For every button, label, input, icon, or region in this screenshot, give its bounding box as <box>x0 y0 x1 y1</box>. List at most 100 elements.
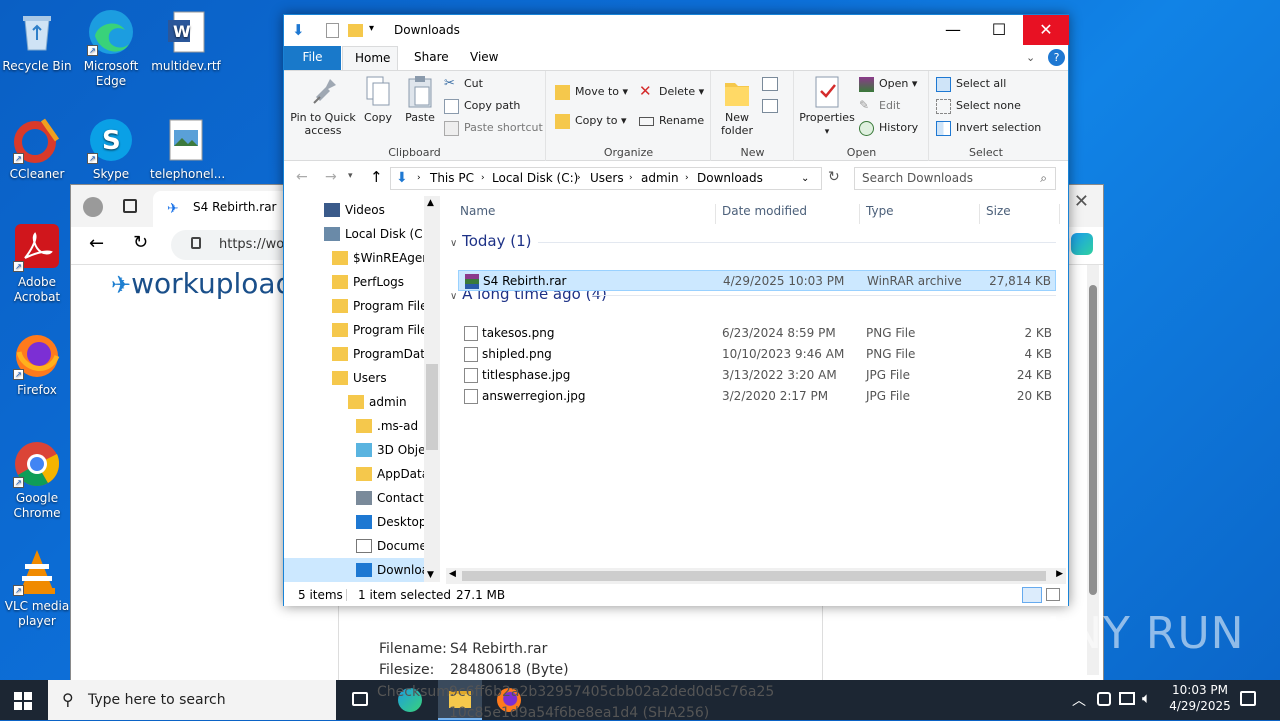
edit-button[interactable]: ✎ Edit <box>859 97 900 117</box>
breadcrumb-item-local-disk[interactable]: Local Disk (C:) <box>492 168 578 189</box>
open-button[interactable]: Open ▾ <box>859 75 917 95</box>
quick-access-down-icon[interactable]: ⬇ <box>292 21 305 39</box>
hscroll-thumb[interactable] <box>462 571 1046 581</box>
navpane-scrollbar[interactable]: ▲ ▼ <box>424 196 440 582</box>
properties-quick-icon[interactable] <box>326 23 339 38</box>
desktop-icon-firefox[interactable]: ↗ Firefox <box>1 332 73 398</box>
file-row[interactable]: titlesphase.jpg 3/13/2022 3:20 AM JPG File… <box>458 365 1056 386</box>
nav-item-documents[interactable]: Documents <box>284 534 424 558</box>
taskbar-search-input[interactable]: ⚲ Type here to search <box>48 680 336 720</box>
ribbon-expand-icon[interactable]: ⌄ <box>1026 51 1035 64</box>
nav-item-ms-ad[interactable]: .ms-ad <box>284 414 424 438</box>
nav-item-users[interactable]: Users <box>284 366 424 390</box>
move-to-button[interactable]: Move to ▾ <box>555 83 628 103</box>
group-header-today[interactable]: ∨ Today (1) <box>450 232 532 250</box>
tab-home[interactable]: Home <box>342 46 398 71</box>
maximize-button[interactable]: ☐ <box>976 15 1022 45</box>
copy-button[interactable]: Copy <box>360 75 396 124</box>
history-button[interactable]: History <box>859 119 918 139</box>
help-icon[interactable]: ? <box>1048 49 1065 66</box>
file-row[interactable]: shipled.png 10/10/2023 9:46 AM PNG File 4 K… <box>458 344 1056 365</box>
large-icons-view-icon[interactable] <box>1046 588 1060 601</box>
new-item-icon[interactable] <box>762 77 778 91</box>
desktop-icon-recycle-bin[interactable]: Recycle Bin <box>1 8 73 74</box>
scroll-up-icon[interactable]: ▲ <box>427 198 434 208</box>
rename-button[interactable]: Rename <box>639 112 704 132</box>
browser-close-icon[interactable]: ✕ <box>1074 191 1089 212</box>
desktop-icon-vlc[interactable]: ↗ VLC media player <box>1 548 73 629</box>
nav-item-appdata[interactable]: AppData <box>284 462 424 486</box>
cut-button[interactable]: ✂ Cut <box>444 75 483 95</box>
nav-item-local-disk-c[interactable]: Local Disk (C:) <box>284 222 424 246</box>
network-icon[interactable] <box>1119 692 1135 705</box>
back-icon[interactable]: ← <box>89 233 104 254</box>
new-folder-button[interactable]: New folder <box>718 75 756 137</box>
close-button[interactable]: ✕ <box>1023 15 1069 45</box>
details-view-icon[interactable] <box>1022 587 1042 603</box>
column-header-size[interactable]: Size <box>982 204 1060 224</box>
desktop-icon-acrobat[interactable]: ↗ Adobe Acrobat <box>1 224 73 305</box>
show-hidden-icons[interactable]: ︿ <box>1072 690 1086 710</box>
paste-button[interactable]: Paste <box>402 75 438 124</box>
easy-access-icon[interactable] <box>762 99 778 113</box>
nav-item-winreagent[interactable]: $WinREAgent <box>284 246 424 270</box>
nav-item-programdata[interactable]: ProgramData <box>284 342 424 366</box>
search-input[interactable]: Search Downloads ⌕ <box>854 167 1056 190</box>
minimize-button[interactable]: — <box>930 15 976 45</box>
scroll-right-icon[interactable]: ▶ <box>1056 569 1063 579</box>
copilot-icon[interactable] <box>1071 233 1093 255</box>
column-header-date[interactable]: Date modified <box>718 204 860 224</box>
nav-item-downloads[interactable]: Downloads <box>284 558 424 582</box>
copy-to-button[interactable]: Copy to ▾ <box>555 112 626 132</box>
breadcrumb-item-admin[interactable]: admin <box>641 168 679 189</box>
copy-path-button[interactable]: Copy path <box>444 97 520 117</box>
tray-app-icon[interactable] <box>1097 692 1111 706</box>
file-row[interactable]: takesos.png 6/23/2024 8:59 PM PNG File 2 KB <box>458 323 1056 344</box>
nav-item-videos[interactable]: Videos <box>284 198 424 222</box>
scroll-left-icon[interactable]: ◀ <box>449 569 456 579</box>
nav-back-icon[interactable]: ← <box>296 169 308 185</box>
breadcrumb-item-users[interactable]: Users <box>590 168 624 189</box>
site-logo[interactable]: ✈workupload <box>111 267 293 300</box>
select-all-button[interactable]: Select all <box>936 75 1006 95</box>
volume-icon[interactable]: 🔈︎ <box>1142 689 1151 707</box>
desktop-icon-skype[interactable]: S ↗ Skype <box>75 116 147 182</box>
nav-item-perflogs[interactable]: PerfLogs <box>284 270 424 294</box>
refresh-icon[interactable]: ↻ <box>133 232 148 253</box>
column-header-name[interactable]: Name <box>456 204 716 224</box>
breadcrumb-item-downloads[interactable]: Downloads <box>697 168 763 189</box>
tab-view[interactable]: View <box>458 46 510 70</box>
nav-item-program-files[interactable]: Program Files <box>284 294 424 318</box>
start-windows-icon[interactable] <box>14 692 32 710</box>
browser-scroll-thumb[interactable] <box>1089 285 1097 595</box>
customize-dropdown-icon[interactable]: ▾ <box>369 23 374 34</box>
notifications-icon[interactable] <box>1240 691 1256 706</box>
clock[interactable]: 10:03 PM 4/29/2025 <box>1162 683 1238 713</box>
recent-locations-icon[interactable]: ▾ <box>348 171 353 181</box>
desktop-icon-chrome[interactable]: ↗ Google Chrome <box>1 440 73 521</box>
tab-share[interactable]: Share <box>402 46 461 70</box>
select-none-button[interactable]: Select none <box>936 97 1021 117</box>
desktop-icon-edge[interactable]: ↗ Microsoft Edge <box>75 8 147 89</box>
filelist-hscrollbar[interactable]: ◀ ▶ <box>446 568 1066 584</box>
nav-item-admin[interactable]: admin <box>284 390 424 414</box>
breadcrumb-item-this-pc[interactable]: This PC <box>430 168 474 189</box>
nav-item-contacts[interactable]: Contacts <box>284 486 424 510</box>
desktop-icon-telephonel[interactable]: telephonel... <box>150 116 225 182</box>
navpane-scroll-thumb[interactable] <box>426 364 438 450</box>
tab-file[interactable]: File <box>284 46 341 70</box>
paste-shortcut-button[interactable]: Paste shortcut <box>444 119 543 139</box>
desktop-icon-multidev[interactable]: W multidev.rtf <box>150 8 222 74</box>
profile-icon[interactable] <box>83 197 103 217</box>
breadcrumb-dropdown-icon[interactable]: ⌄ <box>801 168 809 189</box>
refresh-icon[interactable]: ↻ <box>828 169 840 185</box>
delete-button[interactable]: ✕ Delete ▾ <box>639 83 704 103</box>
properties-button[interactable]: Properties ▾ <box>799 75 855 139</box>
tab-actions-icon[interactable] <box>123 199 137 213</box>
column-header-type[interactable]: Type <box>862 204 980 224</box>
desktop-icon-ccleaner[interactable]: ↗ CCleaner <box>1 116 73 182</box>
nav-item-program-files[interactable]: Program Files <box>284 318 424 342</box>
nav-up-icon[interactable]: ↑ <box>370 168 383 186</box>
nav-item-3d-objects[interactable]: 3D Objects <box>284 438 424 462</box>
scroll-down-icon[interactable]: ▼ <box>427 570 434 580</box>
